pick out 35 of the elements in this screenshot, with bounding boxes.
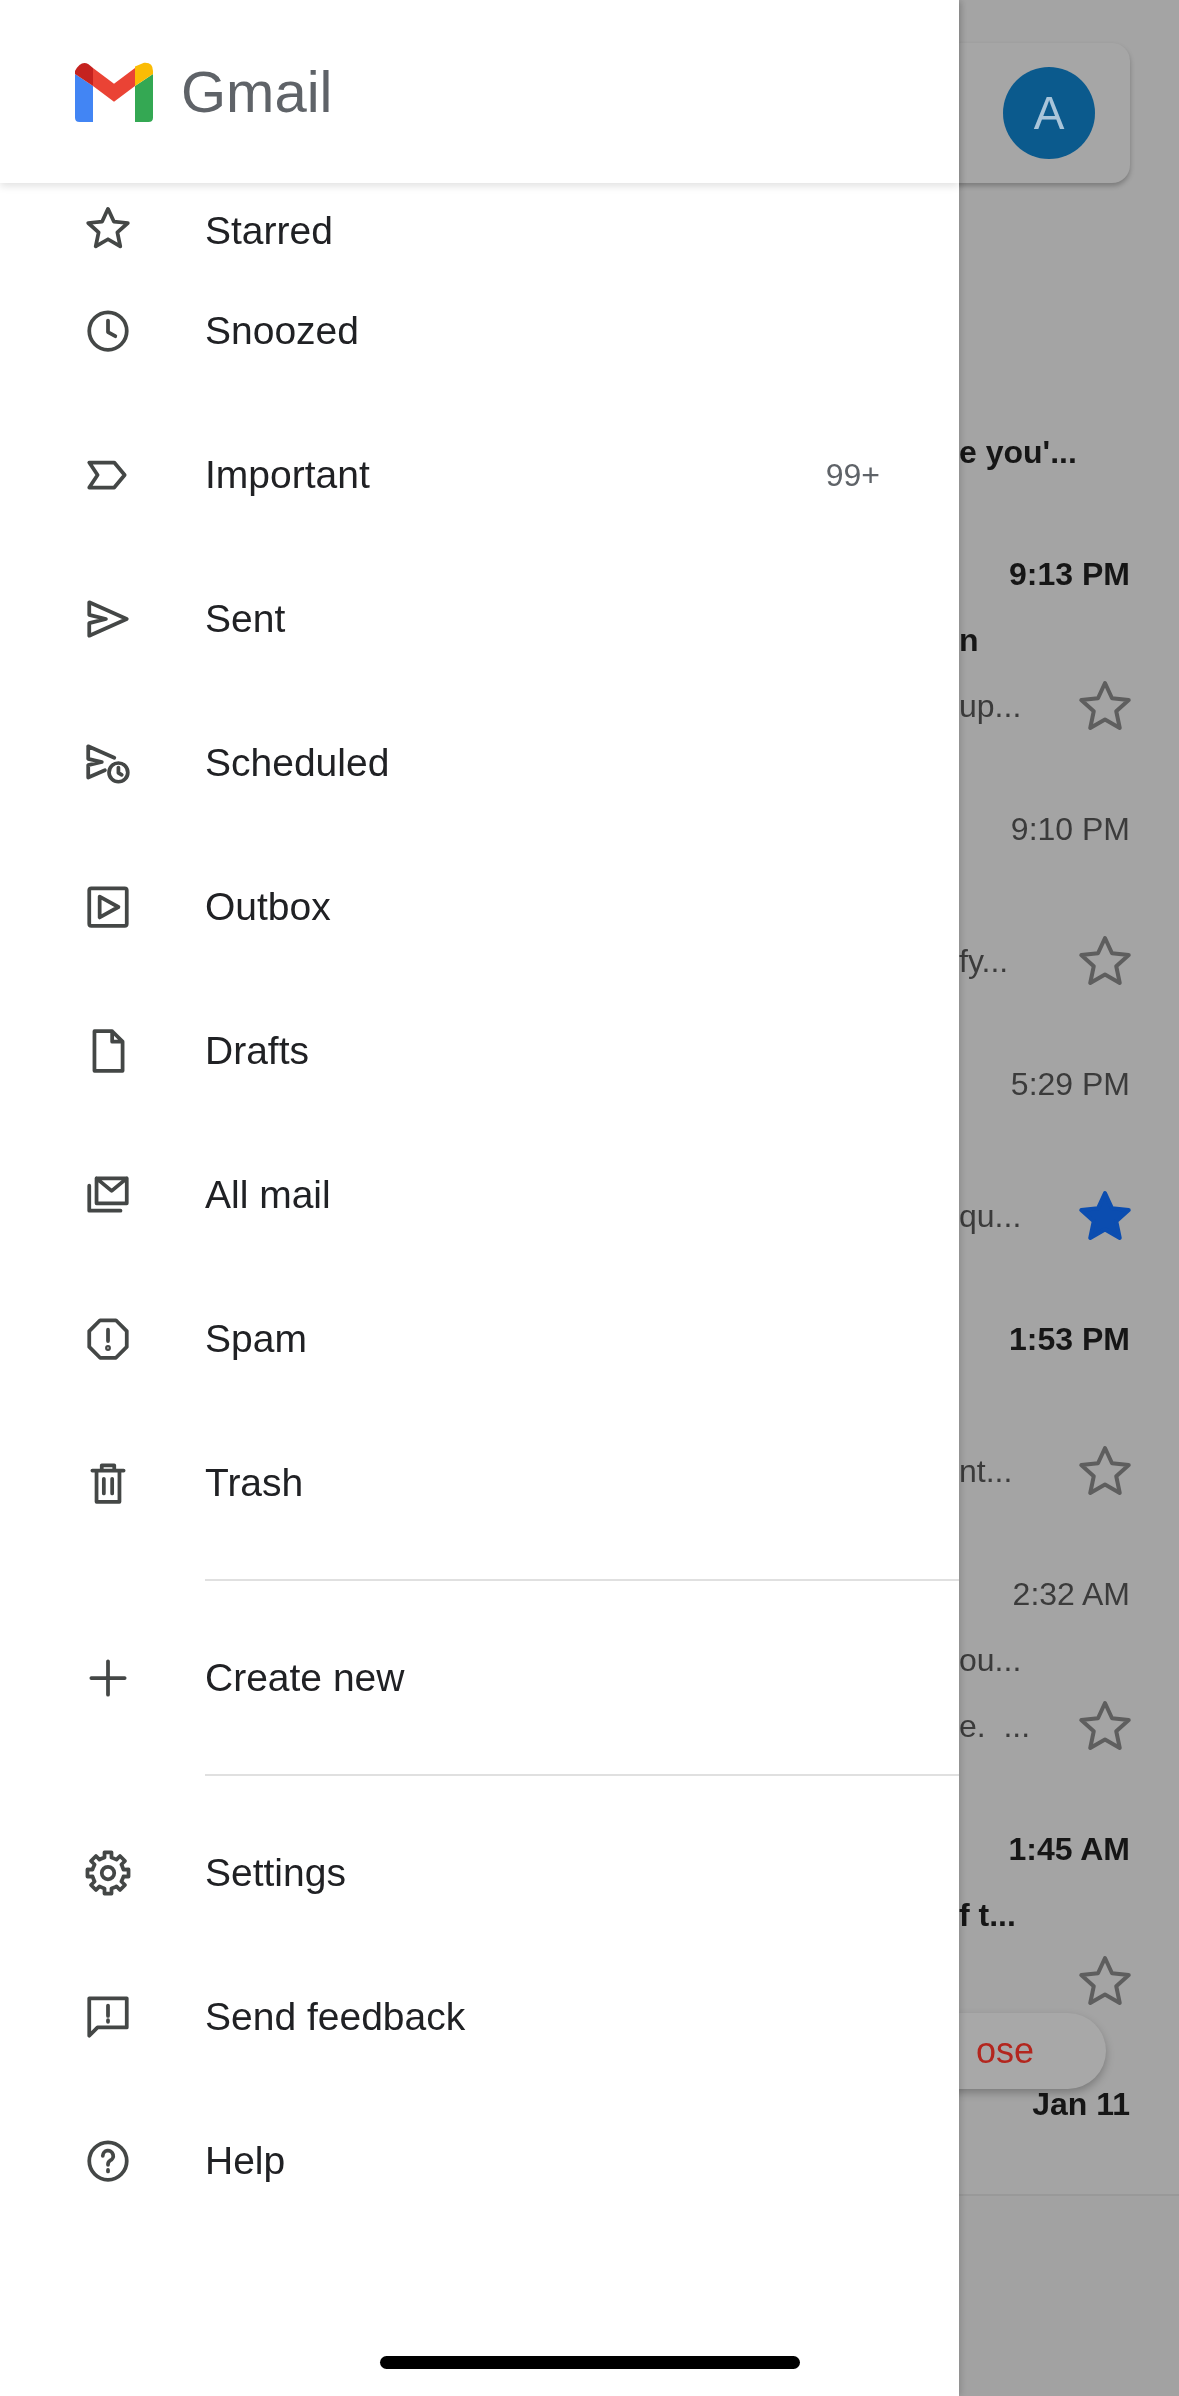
email-time: 9:13 PM [1009,555,1130,593]
unread-count: 99+ [825,456,880,494]
email-time: 5:29 PM [1010,1065,1130,1103]
email-time: 1:45 AM [1008,1830,1130,1868]
folder-item[interactable]: Drafts [0,979,959,1123]
email-snippet: fy... [959,942,1009,980]
menu-item[interactable]: Help [0,2089,959,2233]
folder-item[interactable]: Scheduled [0,691,959,835]
email-time: 1:53 PM [1009,1320,1130,1358]
folder-item[interactable]: Important 99+ [0,403,959,547]
email-subject: n [959,621,979,659]
email-time: 2:32 AM [1012,1575,1130,1613]
mail-logo-icon [75,61,153,122]
email-snippet: qu... [959,1197,1022,1235]
email-snippet: e. ... [959,1707,1031,1745]
menu-item[interactable]: Send feedback [0,1945,959,2089]
account-avatar[interactable]: A [1003,67,1095,159]
email-subject: ou... [959,1641,1022,1679]
search-bar[interactable]: A [959,43,1130,183]
folder-item[interactable]: Starred [0,183,959,259]
app-name: Gmail [181,58,333,125]
email-time: 9:10 PM [1010,810,1130,848]
folder-item[interactable]: Outbox [0,835,959,979]
folder-item[interactable]: Trash [0,1411,959,1555]
folder-item[interactable]: Spam [0,1267,959,1411]
email-snippet: up... [959,687,1022,725]
folder-item[interactable]: Sent [0,547,959,691]
settings-icon [83,1848,133,1898]
create-label-item[interactable]: Create new [0,1606,959,1750]
folder-item[interactable]: All mail [0,1123,959,1267]
email-subject: f t... [959,1896,1016,1934]
menu-item[interactable]: Settings [0,1801,959,1945]
email-snippet: nt... [959,1452,1013,1490]
email-snippet: e you'... [959,432,1078,472]
folder-item[interactable]: Snoozed [0,259,959,403]
